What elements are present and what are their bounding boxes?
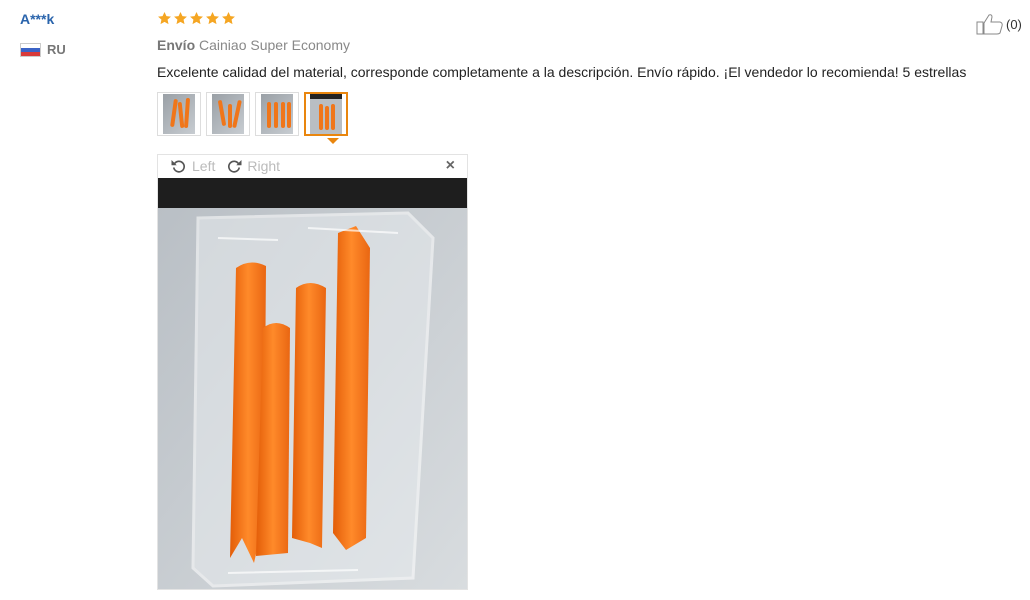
rotate-left-button[interactable]: Left — [170, 157, 215, 175]
reviewer-name[interactable]: A***k — [20, 11, 54, 27]
photo-thumbnail[interactable] — [157, 92, 201, 136]
review-photo — [158, 178, 467, 589]
photo-thumbnail[interactable] — [255, 92, 299, 136]
active-thumbnail-indicator — [327, 138, 339, 144]
review-text: Excelente calidad del material, correspo… — [157, 64, 967, 80]
thumbnail-image — [163, 94, 195, 134]
thumbnail-image — [310, 94, 342, 134]
thumbs-up-icon — [976, 14, 1003, 35]
star-icon — [222, 11, 235, 25]
rotate-left-label: Left — [192, 158, 216, 174]
star-icon — [158, 11, 171, 25]
shipping-info: Envío Cainiao Super Economy — [157, 37, 350, 53]
shipping-label: Envío — [157, 37, 196, 53]
star-icon — [190, 11, 203, 25]
rotate-right-button[interactable]: Right — [225, 157, 280, 175]
shipping-method: Cainiao Super Economy — [199, 37, 350, 53]
rotate-right-label: Right — [247, 158, 281, 174]
thumbnail-image — [261, 94, 293, 134]
viewer-toolbar: Left Right × — [158, 155, 467, 177]
helpful-count: (0) — [1006, 16, 1022, 32]
rating-stars — [157, 11, 236, 26]
photo-thumbnail-active[interactable] — [304, 92, 348, 136]
rotate-left-icon — [171, 160, 185, 173]
photo-thumbnails — [157, 92, 348, 136]
close-viewer-button[interactable]: × — [446, 157, 455, 175]
country-code: RU — [47, 42, 66, 57]
helpful-vote[interactable]: (0) — [976, 12, 1022, 36]
star-icon — [206, 11, 219, 25]
photo-viewer: Left Right × — [157, 154, 468, 590]
thumbnail-image — [212, 94, 244, 134]
russia-flag-icon — [20, 42, 41, 57]
photo-thumbnail[interactable] — [206, 92, 250, 136]
rotate-right-icon — [228, 160, 242, 173]
star-icon — [174, 11, 187, 25]
reviewer-country: RU — [20, 42, 66, 57]
